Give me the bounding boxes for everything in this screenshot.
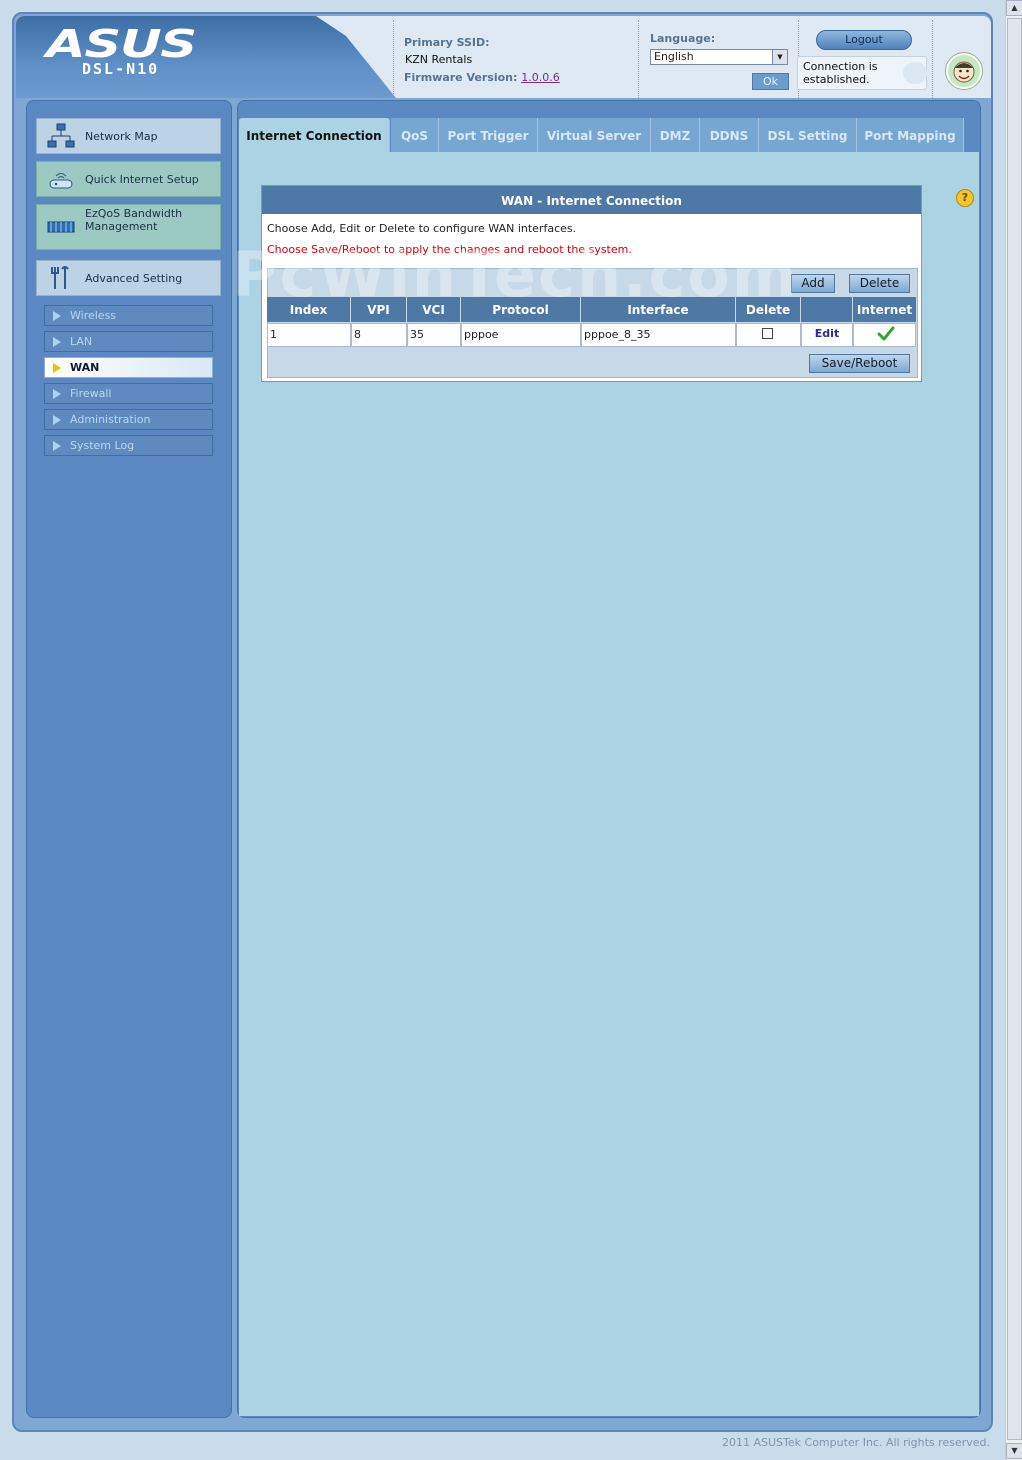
sidebar-item-ezqos[interactable]: EzQoS Bandwidth Management (36, 204, 221, 250)
sidebar-item-label: System Log (70, 439, 135, 452)
sidebar (26, 100, 232, 1418)
tab-virtual-server[interactable]: Virtual Server (538, 118, 651, 152)
tab-dmz[interactable]: DMZ (651, 118, 700, 152)
scroll-up-arrow-icon[interactable]: ▲ (1006, 0, 1022, 16)
arrow-right-icon (53, 363, 61, 373)
sidebar-item-label: Network Map (85, 130, 158, 143)
bandwidth-icon (47, 221, 75, 233)
tab-internet-connection[interactable]: Internet Connection (239, 118, 390, 152)
tab-qos[interactable]: QoS (391, 118, 439, 152)
save-reboot-button[interactable]: Save/Reboot (809, 354, 910, 373)
tab-port-trigger[interactable]: Port Trigger (439, 118, 538, 152)
language-label: Language: (650, 32, 716, 45)
arrow-right-icon (53, 311, 61, 321)
delete-checkbox[interactable] (762, 328, 773, 339)
logout-button[interactable]: Logout (816, 30, 912, 50)
cell-interface: pppoe_8_35 (581, 323, 736, 347)
sidebar-item-quick-internet-setup[interactable]: Quick Internet Setup (36, 161, 221, 197)
delete-button[interactable]: Delete (849, 274, 910, 293)
page-scrollbar[interactable]: ▲ ▼ (1005, 0, 1022, 1460)
sidebar-item-system-log[interactable]: System Log (44, 435, 213, 456)
language-ok-button[interactable]: Ok (752, 73, 789, 90)
connection-status-box: Connection is established. (797, 56, 927, 90)
edit-link[interactable]: Edit (802, 323, 852, 345)
footer-copyright: 2011 ASUSTek Computer Inc. All rights re… (722, 1436, 990, 1449)
sidebar-item-label: LAN (70, 335, 93, 348)
arrow-right-icon (53, 441, 61, 451)
watermark: PcWinTech.com (232, 238, 799, 311)
sidebar-item-advanced-setting[interactable]: Advanced Setting (36, 260, 221, 296)
sidebar-item-label: Firewall (70, 387, 112, 400)
sidebar-item-network-map[interactable]: Network Map (36, 118, 221, 154)
sidebar-item-wireless[interactable]: Wireless (44, 305, 213, 326)
cell-index: 1 (267, 323, 351, 347)
sidebar-item-label: Administration (70, 413, 151, 426)
primary-ssid-value: KZN Rentals (405, 53, 473, 66)
sidebar-item-label: Quick Internet Setup (85, 173, 199, 186)
connection-status-text: Connection is established. (803, 60, 878, 86)
chevron-down-icon[interactable]: ▼ (772, 50, 787, 64)
model-name: DSL-N10 (82, 60, 160, 78)
status-avatar-icon (946, 53, 982, 89)
firmware-version-link[interactable]: 1.0.0.6 (521, 71, 559, 84)
tools-icon (51, 266, 69, 289)
cell-vci: 35 (407, 323, 461, 347)
tab-dsl-setting[interactable]: DSL Setting (759, 118, 857, 152)
arrow-right-icon (53, 415, 61, 425)
divider (393, 20, 394, 98)
router-icon (49, 173, 73, 189)
sidebar-item-label: Advanced Setting (85, 272, 183, 285)
scroll-down-arrow-icon[interactable]: ▼ (1006, 1443, 1022, 1459)
sidebar-item-lan[interactable]: LAN (44, 331, 213, 352)
divider (932, 20, 933, 98)
divider (638, 20, 639, 98)
primary-ssid-label: Primary SSID: (404, 36, 490, 49)
tab-port-mapping[interactable]: Port Mapping (857, 118, 964, 152)
sidebar-item-firewall[interactable]: Firewall (44, 383, 213, 404)
sidebar-item-administration[interactable]: Administration (44, 409, 213, 430)
sidebar-item-wan[interactable]: WAN (44, 357, 213, 378)
language-selected: English (654, 50, 694, 63)
sidebar-item-label: Wireless (70, 309, 117, 322)
arrow-right-icon (53, 337, 61, 347)
scroll-thumb[interactable] (1007, 18, 1022, 1440)
column-header-internet: Internet (853, 297, 916, 322)
help-icon[interactable]: ? (956, 189, 974, 207)
language-select[interactable]: English ▼ (650, 49, 788, 65)
status-pill (903, 62, 927, 84)
arrow-right-icon (53, 389, 61, 399)
firmware-version-label: Firmware Version: (404, 71, 518, 84)
cell-vpi: 8 (351, 323, 407, 347)
tab-ddns[interactable]: DDNS (700, 118, 759, 152)
wan-description: Choose Add, Edit or Delete to configure … (267, 222, 577, 235)
column-header-edit (801, 297, 853, 322)
check-icon (877, 326, 895, 341)
wan-title: WAN - Internet Connection (262, 186, 921, 214)
sidebar-item-label: EzQoS Bandwidth Management (85, 207, 183, 233)
network-map-icon (47, 123, 75, 148)
cell-protocol: pppoe (461, 323, 581, 347)
firmware-label: Firmware Version: 1.0.0.6 (404, 71, 560, 84)
sidebar-item-label: WAN (70, 361, 100, 374)
